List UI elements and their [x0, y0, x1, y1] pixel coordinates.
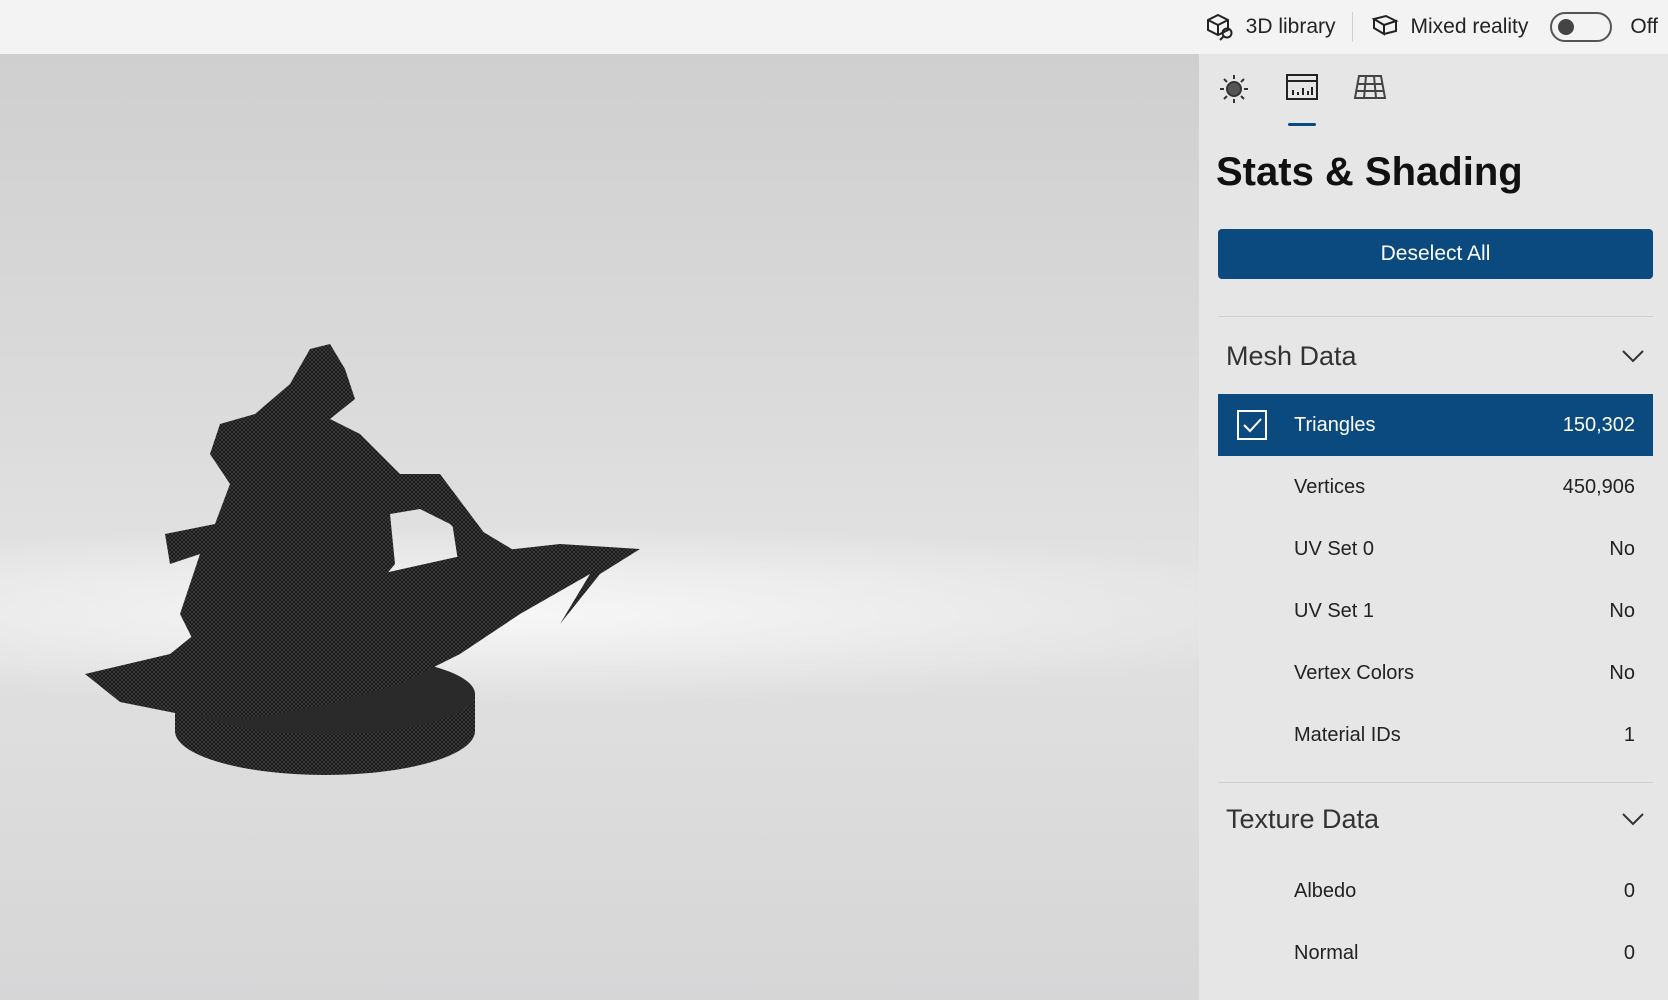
row-value: 0	[1623, 941, 1635, 964]
checkmark-icon	[1243, 418, 1262, 433]
3d-library-button[interactable]: 3D library	[1204, 12, 1336, 42]
mesh-row-triangles[interactable]: Triangles 150,302	[1218, 394, 1653, 456]
row-label: UV Set 0	[1294, 537, 1375, 560]
mesh-data-header[interactable]: Mesh Data	[1218, 328, 1653, 384]
chevron-down-icon	[1622, 813, 1644, 826]
row-label: Vertex Colors	[1294, 661, 1415, 684]
row-label: UV Set 1	[1294, 599, 1375, 622]
lighting-icon	[1220, 75, 1248, 103]
row-value: 0	[1623, 879, 1635, 902]
texture-row-albedo[interactable]: Albedo 0	[1218, 860, 1653, 922]
tab-stats[interactable]	[1283, 72, 1321, 126]
mesh-row-uv-set-0[interactable]: UV Set 0 No	[1218, 518, 1653, 580]
texture-data-label: Texture Data	[1226, 803, 1380, 834]
divider	[1218, 782, 1653, 783]
3d-library-icon	[1206, 13, 1233, 41]
mesh-row-vertices[interactable]: Vertices 450,906	[1218, 456, 1653, 518]
3d-model[interactable]	[0, 54, 1199, 1000]
mesh-data-label: Mesh Data	[1226, 340, 1357, 371]
3d-viewport[interactable]	[0, 54, 1199, 1000]
toggle-state-label: Off	[1630, 15, 1658, 38]
mesh-row-vertex-colors[interactable]: Vertex Colors No	[1218, 642, 1653, 704]
panel-tabs	[1215, 72, 1389, 126]
mixed-reality-button[interactable]: Mixed reality	[1370, 12, 1613, 42]
mixed-reality-icon	[1370, 14, 1399, 36]
tab-grid[interactable]	[1351, 72, 1389, 126]
properties-panel: Stats & Shading Deselect All Mesh Data T…	[1199, 54, 1668, 1000]
row-value: 450,906	[1562, 475, 1635, 498]
mesh-row-uv-set-1[interactable]: UV Set 1 No	[1218, 580, 1653, 642]
divider	[1351, 12, 1353, 42]
divider	[1218, 316, 1653, 317]
row-label: Vertices	[1294, 475, 1366, 498]
row-label: Albedo	[1294, 879, 1357, 902]
panel-title: Stats & Shading	[1216, 150, 1523, 194]
mesh-row-material-ids[interactable]: Material IDs 1	[1218, 704, 1653, 766]
stats-icon	[1286, 74, 1318, 100]
row-label: Normal	[1294, 941, 1359, 964]
mixed-reality-toggle[interactable]	[1550, 12, 1613, 42]
grid-icon	[1353, 75, 1387, 99]
row-value: No	[1609, 537, 1635, 560]
top-bar: 3D library Mixed reality Off	[0, 0, 1668, 54]
deselect-all-button[interactable]: Deselect All	[1218, 229, 1653, 279]
row-value: No	[1609, 599, 1635, 622]
mixed-reality-label: Mixed reality	[1410, 15, 1529, 38]
tab-lighting[interactable]	[1215, 72, 1253, 126]
row-value: 150,302	[1562, 413, 1635, 436]
row-value: 1	[1623, 723, 1635, 746]
row-label: Triangles	[1294, 413, 1376, 436]
texture-row-normal[interactable]: Normal 0	[1218, 922, 1653, 984]
chevron-down-icon	[1622, 350, 1644, 363]
3d-library-label: 3D library	[1245, 15, 1336, 38]
texture-data-header[interactable]: Texture Data	[1218, 791, 1653, 847]
row-label: Material IDs	[1294, 723, 1401, 746]
row-value: No	[1609, 661, 1635, 684]
checkbox-checked[interactable]	[1237, 410, 1267, 440]
